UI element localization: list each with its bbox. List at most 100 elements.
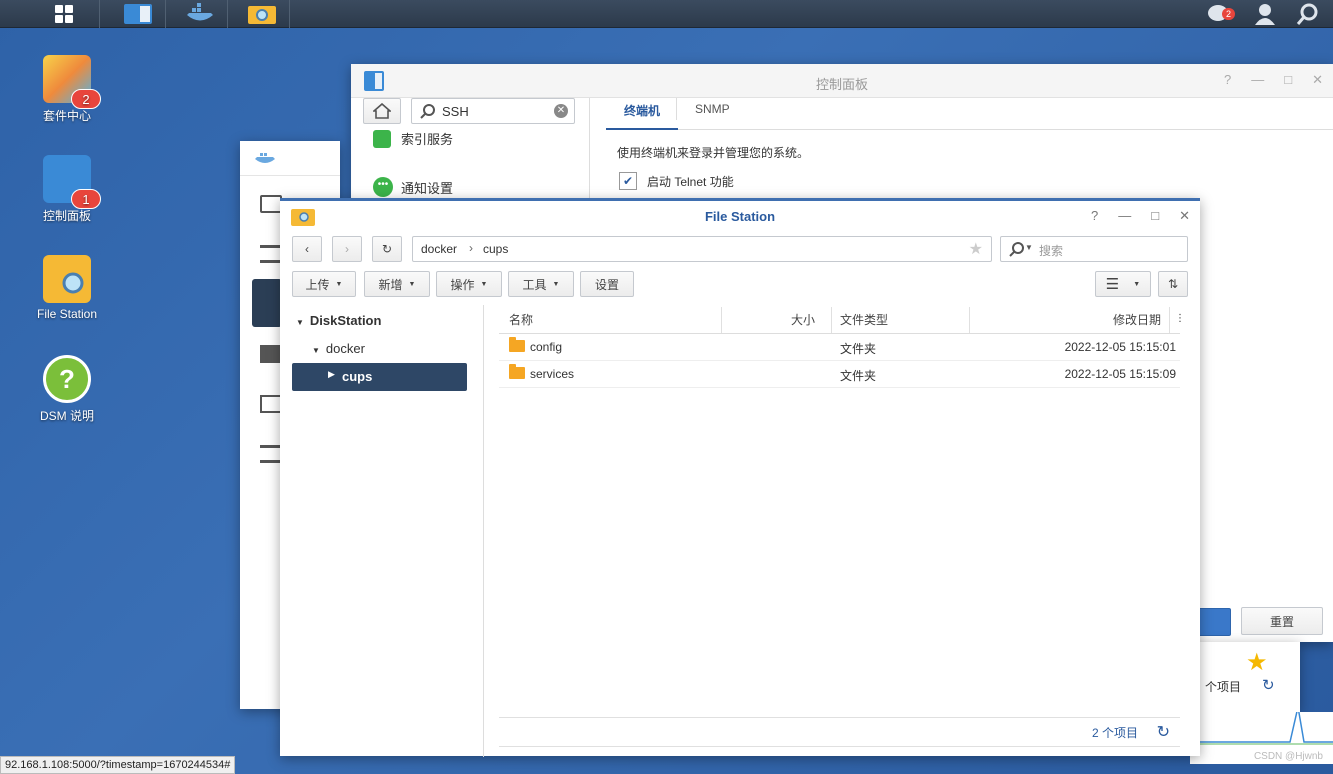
search-value: SSH: [442, 104, 469, 119]
fs-search-input[interactable]: ▼ 搜索: [1000, 236, 1188, 262]
tree-root[interactable]: ▼ DiskStation: [296, 313, 381, 328]
desktop-badge: 2: [71, 89, 101, 109]
path-bar[interactable]: docker › cups ★: [412, 236, 992, 262]
desktop-label: File Station: [36, 307, 98, 321]
home-icon: [373, 103, 391, 119]
tab-bar: 终端机 SNMP: [606, 98, 1333, 130]
tree-label: DiskStation: [309, 313, 382, 328]
new-button[interactable]: 新增 ▼: [364, 271, 430, 297]
user-button[interactable]: [1245, 0, 1285, 28]
notifications-button[interactable]: 2: [1200, 0, 1240, 28]
reset-button[interactable]: 重置: [1241, 607, 1323, 635]
home-button[interactable]: [363, 98, 401, 124]
file-station-titlebar[interactable]: File Station ? — □ ✕: [280, 201, 1200, 231]
sort-icon: ⇅: [1167, 277, 1179, 291]
cp-search-input[interactable]: SSH ✕: [411, 98, 575, 124]
taskbar-file-station[interactable]: [234, 0, 290, 28]
grid-icon: [54, 5, 73, 23]
back-button[interactable]: ‹: [292, 236, 322, 262]
table-row[interactable]: services 文件夹 2022-12-05 15:15:09: [499, 361, 1180, 388]
folder-tree: ▼ DiskStation ▼ docker ▶ cups: [280, 305, 484, 757]
tree-folder-cups[interactable]: ▶ cups: [292, 363, 467, 391]
item-count: 个项目: [1205, 680, 1242, 694]
minimize-icon[interactable]: —: [1118, 208, 1131, 224]
tools-button[interactable]: 工具 ▼: [508, 271, 574, 297]
tab-terminal[interactable]: 终端机: [606, 98, 679, 130]
column-header-name[interactable]: 名称: [499, 307, 722, 333]
maximize-icon[interactable]: □: [1284, 72, 1292, 88]
column-menu-icon[interactable]: ⋮: [1175, 313, 1185, 324]
docker-icon: [186, 3, 213, 21]
divider: [240, 175, 340, 176]
maximize-icon[interactable]: □: [1151, 208, 1159, 224]
close-icon[interactable]: ✕: [1312, 72, 1323, 88]
container-icon[interactable]: [260, 345, 282, 363]
column-header-size[interactable]: 大小: [722, 307, 832, 333]
refresh-icon[interactable]: ↻: [1262, 676, 1275, 694]
settings-button[interactable]: 设置: [580, 271, 634, 297]
user-icon: [1255, 4, 1275, 25]
sidebar-item-notification[interactable]: ••• 通知设置: [373, 177, 453, 197]
tree-folder-docker[interactable]: ▼ docker: [312, 341, 365, 356]
table-row[interactable]: config 文件夹 2022-12-05 15:15:01: [499, 334, 1180, 361]
refresh-button[interactable]: ↻: [372, 236, 402, 262]
upload-button[interactable]: 上传 ▼: [292, 271, 356, 297]
desktop-file-station[interactable]: File Station: [17, 255, 117, 321]
clear-icon[interactable]: ✕: [554, 104, 568, 118]
sort-button[interactable]: ⇅: [1158, 271, 1188, 297]
desktop-control-panel[interactable]: 1 控制面板: [17, 155, 117, 224]
log-icon[interactable]: [260, 445, 282, 463]
path-segment[interactable]: cups: [483, 242, 508, 256]
desktop-label: 套件中心: [42, 109, 91, 123]
control-panel-icon: 1: [43, 155, 101, 209]
action-button[interactable]: 操作 ▼: [436, 271, 502, 297]
network-icon[interactable]: [260, 395, 282, 413]
refresh-icon[interactable]: ↻: [1157, 722, 1170, 742]
overview-icon[interactable]: [260, 195, 282, 213]
tree-label: docker: [325, 341, 365, 356]
image-nav-selected[interactable]: [252, 279, 282, 327]
index-service-icon: [373, 129, 391, 148]
view-mode-button[interactable]: ☰ ▼: [1095, 271, 1151, 297]
watermark: CSDN @Hjwnb: [1253, 751, 1323, 762]
chevron-down-icon: ▼: [480, 280, 488, 288]
help-icon[interactable]: ?: [1224, 72, 1231, 88]
help-icon[interactable]: ?: [1091, 208, 1098, 224]
sidebar-item-label: 通知设置: [401, 180, 454, 196]
desktop-label: 控制面板: [42, 209, 91, 223]
search-icon: [1296, 3, 1318, 25]
window-controls: ? — □ ✕: [1224, 72, 1323, 88]
file-type: 文件夹: [840, 369, 877, 383]
column-header-modified[interactable]: 修改日期: [970, 307, 1170, 333]
sidebar-item-index[interactable]: 索引服务: [373, 129, 453, 148]
file-name: services: [509, 364, 574, 381]
chevron-down-icon: ▼: [312, 346, 320, 355]
close-icon[interactable]: ✕: [1179, 208, 1190, 224]
desktop-dsm-help[interactable]: ? DSM 说明: [17, 355, 117, 424]
main-menu-button[interactable]: [28, 0, 100, 28]
forward-button[interactable]: ›: [332, 236, 362, 262]
list-header: 名称 大小 文件类型 修改日期 ⋮: [499, 307, 1185, 334]
taskbar: 2: [0, 0, 1333, 28]
desktop-label: DSM 说明: [39, 409, 94, 423]
chevron-left-icon: ‹: [305, 242, 309, 256]
minimize-icon[interactable]: —: [1251, 72, 1264, 88]
control-panel-titlebar[interactable]: 控制面板 ? — □ ✕: [351, 64, 1333, 98]
folder-icon: [509, 364, 525, 379]
path-segment[interactable]: docker: [421, 242, 457, 256]
tab-snmp[interactable]: SNMP: [676, 98, 748, 120]
desktop-package-center[interactable]: 2 套件中心: [17, 55, 117, 124]
taskbar-docker[interactable]: [172, 0, 228, 28]
telnet-checkbox[interactable]: ✔ 启动 Telnet 功能: [619, 172, 734, 190]
search-button[interactable]: [1288, 0, 1328, 28]
taskbar-control-panel[interactable]: [110, 0, 166, 28]
registry-icon[interactable]: [260, 245, 282, 263]
favorite-star-icon[interactable]: ★: [969, 239, 983, 259]
star-icon: ★: [1246, 649, 1268, 676]
chevron-down-icon: ▼: [1025, 243, 1033, 252]
button-label: 上传: [305, 277, 330, 292]
folder-search-icon: [247, 6, 276, 24]
folder-icon: [509, 337, 525, 352]
chevron-right-icon: ▶: [328, 369, 335, 379]
column-header-type[interactable]: 文件类型: [832, 307, 970, 333]
